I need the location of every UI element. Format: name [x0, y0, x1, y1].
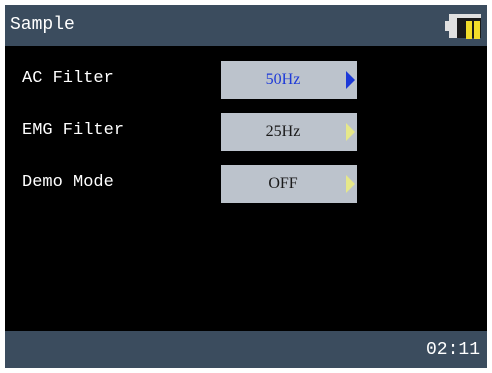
battery-cell: [474, 21, 480, 39]
ac-filter-selector[interactable]: 50Hz: [221, 61, 357, 99]
screen-title: Sample: [10, 15, 75, 35]
title-bar: Sample: [5, 5, 487, 46]
arrow-right-icon[interactable]: [346, 175, 355, 193]
device-screen: Sample AC Filter 50Hz EMG Filter 25Hz De…: [5, 5, 487, 368]
emg-filter-label: EMG Filter: [22, 121, 125, 140]
demo-mode-selector[interactable]: OFF: [221, 165, 357, 203]
status-bar: 02:11: [5, 331, 487, 368]
ac-filter-label: AC Filter: [22, 69, 114, 88]
demo-mode-label: Demo Mode: [22, 173, 114, 192]
emg-filter-value: 25Hz: [265, 123, 301, 140]
emg-filter-selector[interactable]: 25Hz: [221, 113, 357, 151]
battery-body: [449, 14, 481, 39]
battery-cell: [466, 21, 472, 39]
ac-filter-value: 50Hz: [265, 71, 301, 88]
arrow-right-icon[interactable]: [346, 71, 355, 89]
arrow-right-icon[interactable]: [346, 123, 355, 141]
clock: 02:11: [425, 340, 480, 360]
demo-mode-value: OFF: [268, 175, 298, 192]
battery-icon: [445, 14, 483, 39]
